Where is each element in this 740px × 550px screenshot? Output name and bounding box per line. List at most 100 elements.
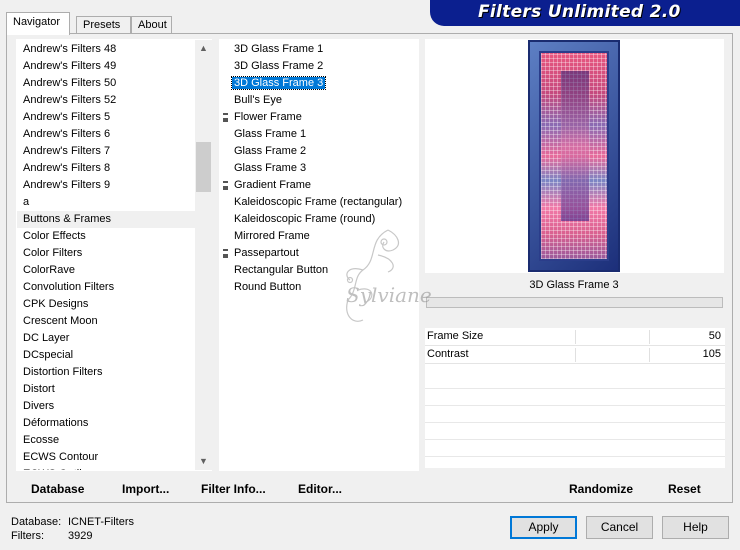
filter-item[interactable]: Rectangular Button bbox=[220, 262, 418, 279]
category-item[interactable]: ColorRave bbox=[17, 262, 211, 279]
category-item[interactable]: Convolution Filters bbox=[17, 279, 211, 296]
database-button[interactable]: Database bbox=[31, 482, 84, 496]
category-item[interactable]: Ecosse bbox=[17, 432, 211, 449]
filter-item[interactable]: Kaleidoscopic Frame (rectangular) bbox=[220, 194, 418, 211]
preview-toolbar: Randomize Reset bbox=[425, 476, 724, 500]
filters-label: Filters: bbox=[11, 530, 44, 542]
filter-item-label: Mirrored Frame bbox=[234, 230, 310, 242]
tab-navigator[interactable]: Navigator bbox=[6, 12, 70, 35]
param-value[interactable]: 50 bbox=[709, 330, 721, 342]
category-item[interactable]: ECWS Contour bbox=[17, 449, 211, 466]
filter-item-label: Bull's Eye bbox=[234, 94, 282, 106]
reset-button[interactable]: Reset bbox=[668, 482, 701, 496]
database-label: Database: bbox=[11, 516, 62, 528]
cancel-button[interactable]: Cancel bbox=[586, 516, 653, 539]
editor-button[interactable]: Editor... bbox=[298, 482, 342, 496]
param-value[interactable]: 105 bbox=[703, 348, 721, 360]
filter-item[interactable]: Bull's Eye bbox=[220, 92, 418, 109]
group-icon bbox=[223, 249, 228, 258]
filter-item-label: Glass Frame 1 bbox=[234, 128, 307, 140]
preview-image bbox=[528, 40, 620, 272]
filter-item-label: 3D Glass Frame 2 bbox=[234, 60, 324, 72]
category-item[interactable]: DC Layer bbox=[17, 330, 211, 347]
progress-bar bbox=[426, 297, 723, 308]
category-item[interactable]: Buttons & Frames bbox=[17, 211, 211, 228]
filter-item[interactable]: 3D Glass Frame 2 bbox=[220, 58, 418, 75]
app-title: Filters Unlimited 2.0 bbox=[478, 2, 681, 22]
category-item[interactable]: a bbox=[17, 194, 211, 211]
category-item[interactable]: Déformations bbox=[17, 415, 211, 432]
filters-info: Filters: 3929 bbox=[11, 530, 92, 542]
category-item[interactable]: Color Filters bbox=[17, 245, 211, 262]
filter-item[interactable]: Mirrored Frame bbox=[220, 228, 418, 245]
filter-item-label: 3D Glass Frame 3 bbox=[230, 76, 327, 90]
filters-count: 3929 bbox=[68, 530, 93, 542]
selected-filter-title: 3D Glass Frame 3 bbox=[425, 275, 723, 296]
list-toolbar: Database Import... Filter Info... Editor… bbox=[16, 476, 419, 500]
import-button-label: Import... bbox=[122, 482, 170, 496]
filter-item-label: Glass Frame 2 bbox=[234, 145, 307, 157]
category-item[interactable]: Andrew's Filters 5 bbox=[17, 109, 211, 126]
filter-item-label: Rectangular Button bbox=[234, 264, 329, 276]
filter-item-label: Glass Frame 3 bbox=[234, 162, 307, 174]
randomize-button[interactable]: Randomize bbox=[569, 482, 633, 496]
filter-item-label: Gradient Frame bbox=[234, 179, 312, 191]
import-button[interactable]: Import... bbox=[122, 482, 169, 496]
filter-item-label: Kaleidoscopic Frame (rectangular) bbox=[234, 196, 403, 208]
filter-info-button[interactable]: Filter Info... bbox=[201, 482, 266, 496]
category-item[interactable]: Andrew's Filters 9 bbox=[17, 177, 211, 194]
filter-item[interactable]: Passepartout bbox=[220, 245, 418, 262]
help-button[interactable]: Help bbox=[662, 516, 729, 539]
scroll-thumb[interactable] bbox=[196, 142, 211, 192]
param-label: Contrast bbox=[427, 348, 469, 360]
category-item[interactable]: DCspecial bbox=[17, 347, 211, 364]
param-frame-size[interactable]: Frame Size 50 bbox=[425, 328, 725, 346]
filter-info-button-label: Filter Info... bbox=[201, 482, 266, 496]
filter-item-label: 3D Glass Frame 1 bbox=[234, 43, 324, 55]
category-item[interactable]: CPK Designs bbox=[17, 296, 211, 313]
filter-item[interactable]: Gradient Frame bbox=[220, 177, 418, 194]
tab-presets[interactable]: Presets bbox=[76, 16, 131, 34]
filter-item-label: Flower Frame bbox=[234, 111, 302, 123]
category-item[interactable]: Andrew's Filters 6 bbox=[17, 126, 211, 143]
category-item[interactable]: Distort bbox=[17, 381, 211, 398]
group-icon bbox=[223, 113, 228, 122]
database-value: ICNET-Filters bbox=[68, 516, 134, 528]
filter-item[interactable]: 3D Glass Frame 3 bbox=[220, 75, 418, 92]
category-item[interactable]: Distortion Filters bbox=[17, 364, 211, 381]
apply-button[interactable]: Apply bbox=[510, 516, 577, 539]
filter-item-label: Kaleidoscopic Frame (round) bbox=[234, 213, 376, 225]
filter-item[interactable]: Flower Frame bbox=[220, 109, 418, 126]
header-banner: Filters Unlimited 2.0 bbox=[430, 0, 740, 26]
category-item[interactable]: Andrew's Filters 50 bbox=[17, 75, 211, 92]
filter-item[interactable]: Glass Frame 3 bbox=[220, 160, 418, 177]
category-item[interactable]: Crescent Moon bbox=[17, 313, 211, 330]
scroll-up-icon[interactable]: ▲ bbox=[195, 40, 212, 57]
database-button-label: Database bbox=[31, 482, 85, 496]
filter-item[interactable]: Glass Frame 1 bbox=[220, 126, 418, 143]
parameter-panel: Frame Size 50 Contrast 105 bbox=[425, 328, 725, 468]
editor-button-label: Editor... bbox=[298, 482, 343, 496]
filter-item[interactable]: 3D Glass Frame 1 bbox=[220, 41, 418, 58]
category-scrollbar[interactable]: ▲ ▼ bbox=[195, 40, 212, 470]
category-item[interactable]: Andrew's Filters 52 bbox=[17, 92, 211, 109]
category-item[interactable]: Andrew's Filters 49 bbox=[17, 58, 211, 75]
group-icon bbox=[223, 181, 228, 190]
category-item[interactable]: Color Effects bbox=[17, 228, 211, 245]
filter-item[interactable]: Kaleidoscopic Frame (round) bbox=[220, 211, 418, 228]
param-label: Frame Size bbox=[427, 330, 484, 342]
scroll-down-icon[interactable]: ▼ bbox=[195, 453, 212, 470]
category-list[interactable]: Andrew's Filters 48 Andrew's Filters 49 An… bbox=[16, 39, 212, 471]
filter-item[interactable]: Round Button bbox=[220, 279, 418, 296]
category-item[interactable]: ECWS Outline bbox=[17, 466, 211, 470]
filter-item-label: Passepartout bbox=[234, 247, 299, 259]
filter-list[interactable]: 3D Glass Frame 1 3D Glass Frame 2 3D Glass… bbox=[219, 39, 419, 471]
category-item[interactable]: Divers bbox=[17, 398, 211, 415]
database-info: Database: ICNET-Filters bbox=[11, 516, 134, 528]
tab-about[interactable]: About bbox=[131, 16, 172, 34]
filter-item[interactable]: Glass Frame 2 bbox=[220, 143, 418, 160]
category-item[interactable]: Andrew's Filters 48 bbox=[17, 41, 211, 58]
category-item[interactable]: Andrew's Filters 8 bbox=[17, 160, 211, 177]
param-contrast[interactable]: Contrast 105 bbox=[425, 346, 725, 364]
category-item[interactable]: Andrew's Filters 7 bbox=[17, 143, 211, 160]
